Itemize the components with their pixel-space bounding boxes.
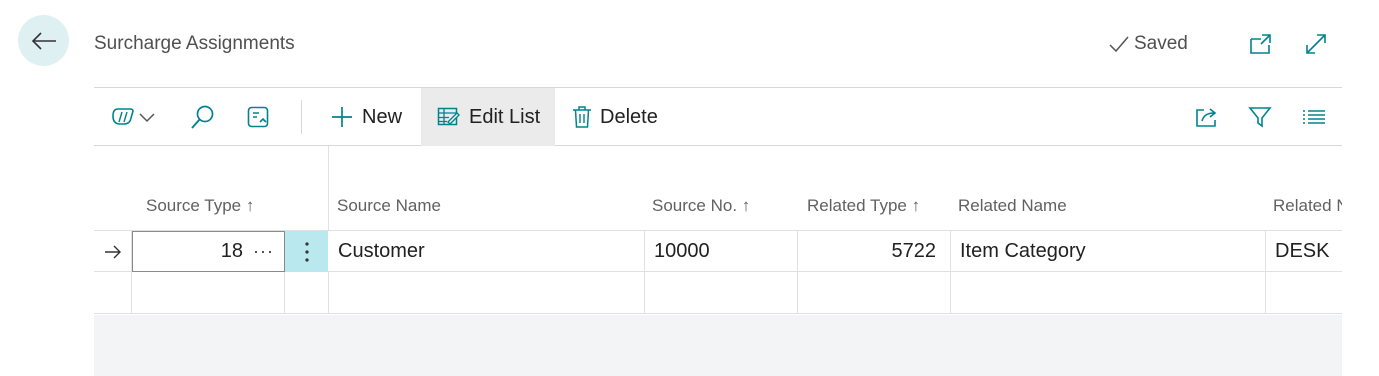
delete-button[interactable]: Delete (572, 88, 672, 146)
column-header-source-type[interactable]: Source Type ↑ (146, 196, 254, 216)
edit-list-icon (437, 107, 460, 126)
list-grid: Source Type ↑ Source Name Source No. ↑ R… (94, 146, 1342, 376)
analysis-mode-icon (247, 106, 269, 128)
more-vertical-icon (304, 241, 309, 262)
arrow-left-icon (31, 31, 56, 50)
action-bar: New Edit List Delete (94, 87, 1342, 146)
source-type-cell[interactable]: 18 ··· (132, 231, 285, 272)
copilot-icon (112, 108, 134, 125)
edit-list-label: Edit List (469, 105, 541, 128)
source-type-cell[interactable] (132, 272, 285, 313)
edit-list-button[interactable]: Edit List (421, 88, 555, 146)
back-button[interactable] (18, 15, 69, 66)
expand-icon (1306, 34, 1326, 54)
arrow-right-icon (104, 245, 121, 258)
related-type-cell[interactable]: 5722 (798, 231, 951, 272)
column-header-related-type[interactable]: Related Type ↑ (807, 196, 920, 216)
delete-label: Delete (600, 105, 658, 128)
search-button[interactable] (190, 88, 220, 146)
related-no-cell[interactable] (1266, 272, 1342, 313)
saved-status: Saved (1108, 33, 1188, 55)
open-in-new-window-icon (1250, 34, 1271, 54)
plus-icon (332, 107, 352, 127)
source-name-cell[interactable] (329, 272, 645, 313)
checkmark-icon (1109, 36, 1129, 53)
source-name-cell[interactable]: Customer (329, 231, 645, 272)
column-header-source-no[interactable]: Source No. ↑ (652, 196, 750, 216)
related-no-cell[interactable]: DESK (1266, 231, 1342, 272)
list-icon (1303, 110, 1325, 124)
sort-ascending-icon: ↑ (741, 196, 751, 215)
row-actions-cell (285, 272, 329, 313)
new-label: New (362, 105, 403, 128)
row-actions-button[interactable] (285, 231, 328, 272)
new-button[interactable]: New (330, 88, 410, 146)
share-button[interactable] (1194, 88, 1222, 146)
table-row-empty[interactable] (94, 272, 1342, 314)
toolbar-separator (301, 100, 302, 134)
expand-button[interactable] (1302, 30, 1330, 58)
sort-ascending-icon: ↑ (911, 196, 921, 215)
list-view-button[interactable] (1302, 88, 1330, 146)
filter-button[interactable] (1248, 88, 1276, 146)
lookup-more-icon[interactable]: ··· (253, 241, 274, 262)
grid-empty-area (94, 315, 1342, 376)
page-title: Surcharge Assignments (94, 33, 295, 54)
copilot-menu-button[interactable] (110, 88, 164, 146)
trash-icon (573, 106, 591, 128)
source-no-cell[interactable]: 10000 (645, 231, 798, 272)
column-header-source-name[interactable]: Source Name (337, 196, 441, 216)
source-type-value: 18 (220, 240, 244, 262)
column-header-related-no[interactable]: Related N (1273, 196, 1342, 216)
saved-label: Saved (1134, 33, 1188, 54)
column-header-related-name[interactable]: Related Name (958, 196, 1067, 216)
row-indicator (94, 272, 132, 313)
freeze-divider (328, 146, 329, 230)
row-indicator (94, 231, 132, 272)
open-new-window-button[interactable] (1247, 30, 1275, 58)
search-icon (191, 105, 214, 129)
related-name-cell[interactable]: Item Category (951, 231, 1266, 272)
source-no-cell[interactable] (645, 272, 798, 313)
related-name-cell[interactable] (951, 272, 1266, 313)
chevron-down-icon (139, 113, 155, 123)
related-type-cell[interactable] (798, 272, 951, 313)
sort-ascending-icon: ↑ (245, 196, 255, 215)
filter-icon (1248, 107, 1272, 128)
share-icon (1196, 108, 1217, 127)
analyze-button[interactable] (246, 88, 276, 146)
